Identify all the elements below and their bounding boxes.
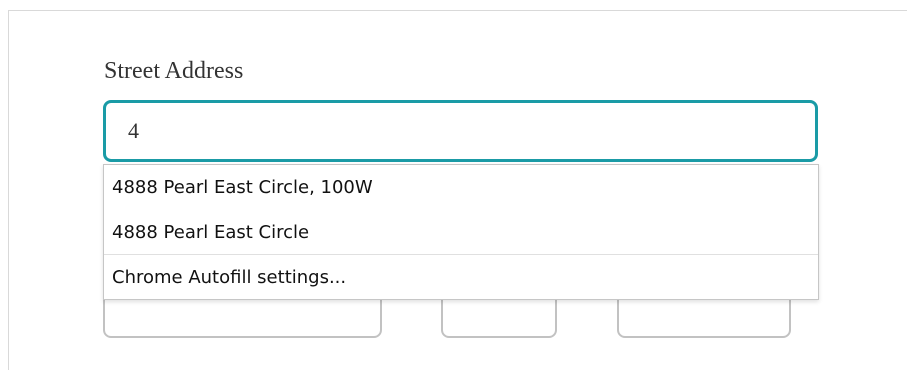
dropdown-divider [104, 254, 818, 255]
street-address-input[interactable] [103, 100, 818, 162]
autofill-suggestion[interactable]: 4888 Pearl East Circle, 100W [104, 166, 818, 210]
autofill-settings-link[interactable]: Chrome Autofill settings... [104, 256, 818, 300]
street-address-label: Street Address [104, 58, 244, 84]
autofill-dropdown: 4888 Pearl East Circle, 100W 4888 Pearl … [103, 164, 819, 300]
autofill-suggestion[interactable]: 4888 Pearl East Circle [104, 211, 818, 255]
